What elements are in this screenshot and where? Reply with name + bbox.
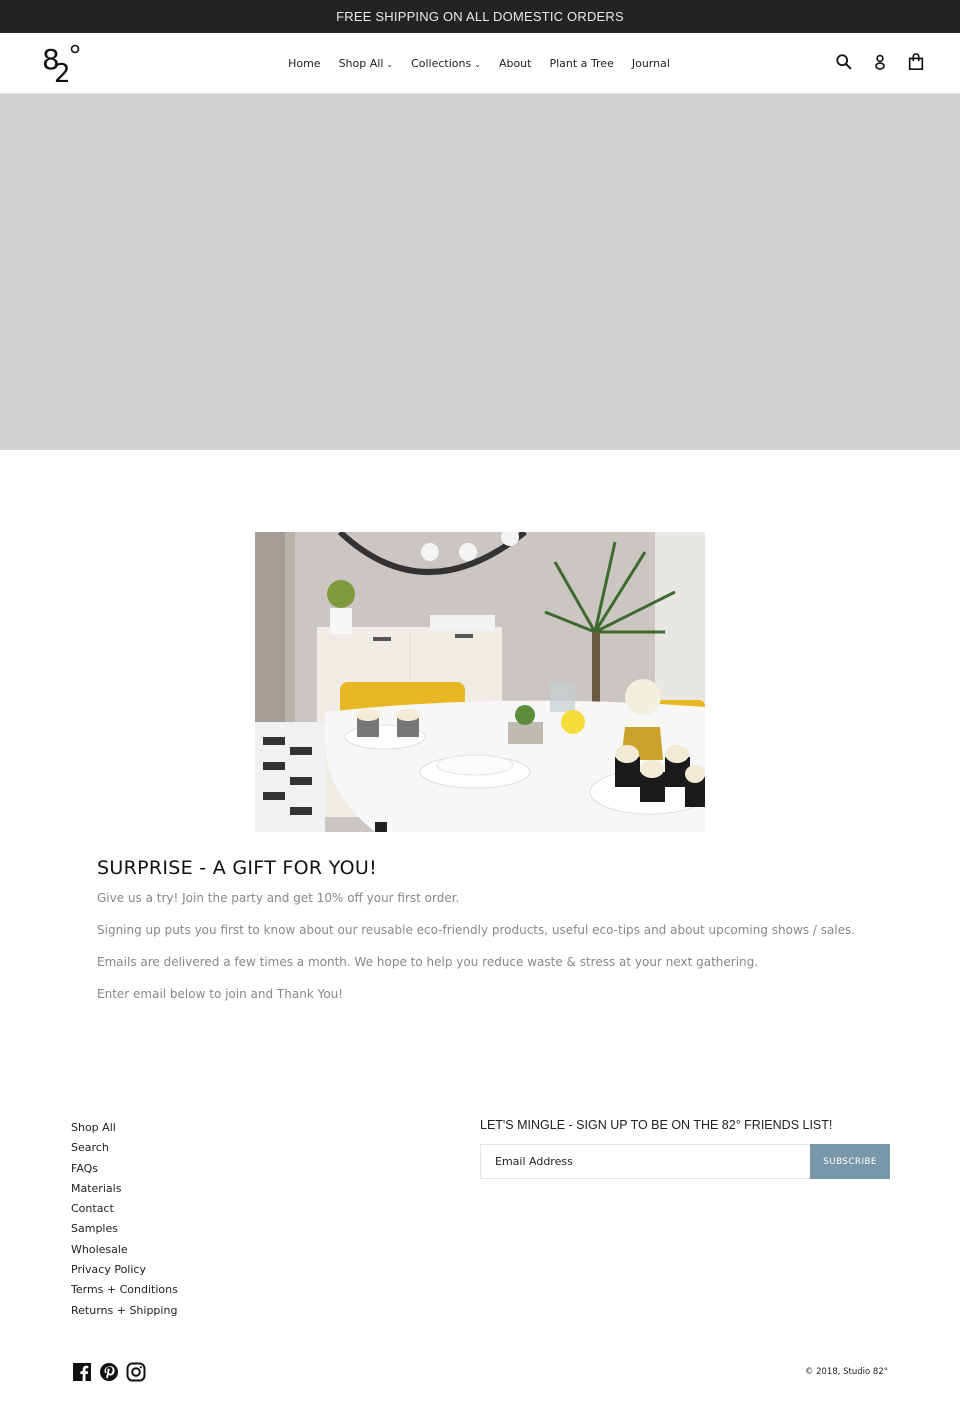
announcement-bar: FREE SHIPPING ON ALL DOMESTIC ORDERS <box>0 0 960 33</box>
nav-shop-all[interactable]: Shop All ⌄ <box>330 57 403 70</box>
facebook-icon[interactable] <box>72 1362 92 1382</box>
subscribe-button[interactable]: SUBSCRIBE <box>810 1144 890 1179</box>
footer-link-materials[interactable]: Materials <box>71 1180 178 1200</box>
announcement-text: FREE SHIPPING ON ALL DOMESTIC ORDERS <box>336 9 624 24</box>
footer-link-terms[interactable]: Terms + Conditions <box>71 1281 178 1301</box>
promo-section: SURPRISE - A GIFT FOR YOU! Give us a try… <box>97 857 877 1019</box>
nav-label: Home <box>288 56 321 70</box>
main-nav: Home Shop All ⌄ Collections ⌄ About Plant … <box>0 33 960 93</box>
email-input[interactable] <box>480 1144 810 1179</box>
copyright: © 2018, Studio 82° <box>804 1367 888 1377</box>
promo-paragraph: Signing up puts you first to know about … <box>97 923 856 937</box>
hero-banner-placeholder <box>0 94 960 450</box>
nav-collections[interactable]: Collections ⌄ <box>402 57 490 70</box>
newsletter-title: LET'S MINGLE - SIGN UP TO BE ON THE 82° … <box>480 1118 833 1132</box>
pinterest-icon[interactable] <box>99 1362 119 1382</box>
nav-label: About <box>498 56 532 70</box>
site-header: 8 2 Home Shop All ⌄ Collections ⌄ About Pl… <box>0 33 960 94</box>
newsletter-signup: LET'S MINGLE - SIGN UP TO BE ON THE 82° … <box>480 1118 890 1179</box>
social-links <box>72 1362 146 1382</box>
footer-link-shop-all[interactable]: Shop All <box>71 1119 178 1139</box>
search-icon[interactable] <box>834 51 854 73</box>
nav-about[interactable]: About <box>490 57 541 70</box>
nav-label: Shop All <box>338 56 384 70</box>
header-icons <box>834 51 926 73</box>
footer-link-wholesale[interactable]: Wholesale <box>71 1241 178 1261</box>
footer-link-search[interactable]: Search <box>71 1139 178 1159</box>
nav-label: Collections <box>411 56 472 70</box>
promo-paragraph: Emails are delivered a few times a month… <box>97 955 759 969</box>
chevron-down-icon: ⌄ <box>474 59 481 69</box>
footer-link-contact[interactable]: Contact <box>71 1200 178 1220</box>
nav-home[interactable]: Home <box>279 57 329 70</box>
account-icon[interactable] <box>870 51 890 73</box>
nav-label: Plant a Tree <box>549 56 614 70</box>
newsletter-form: SUBSCRIBE <box>480 1144 890 1179</box>
footer-link-faqs[interactable]: FAQs <box>71 1160 178 1180</box>
promo-title: SURPRISE - A GIFT FOR YOU! <box>97 857 378 879</box>
chevron-down-icon: ⌄ <box>386 59 394 69</box>
footer-link-returns[interactable]: Returns + Shipping <box>71 1302 178 1322</box>
nav-journal[interactable]: Journal <box>623 57 679 70</box>
cart-icon[interactable] <box>906 51 926 73</box>
promo-paragraph: Enter email below to join and Thank You! <box>97 987 344 1001</box>
footer-link-samples[interactable]: Samples <box>71 1220 178 1240</box>
instagram-icon[interactable] <box>126 1362 146 1382</box>
promo-paragraph: Give us a try! Join the party and get 10… <box>97 891 460 905</box>
party-table-photo <box>255 532 705 832</box>
nav-label: Journal <box>631 56 670 70</box>
footer-link-privacy-policy[interactable]: Privacy Policy <box>71 1261 178 1281</box>
nav-plant-a-tree[interactable]: Plant a Tree <box>540 57 622 70</box>
feature-image <box>255 532 705 832</box>
footer-links: Shop All Search FAQs Materials Contact S… <box>71 1119 178 1322</box>
